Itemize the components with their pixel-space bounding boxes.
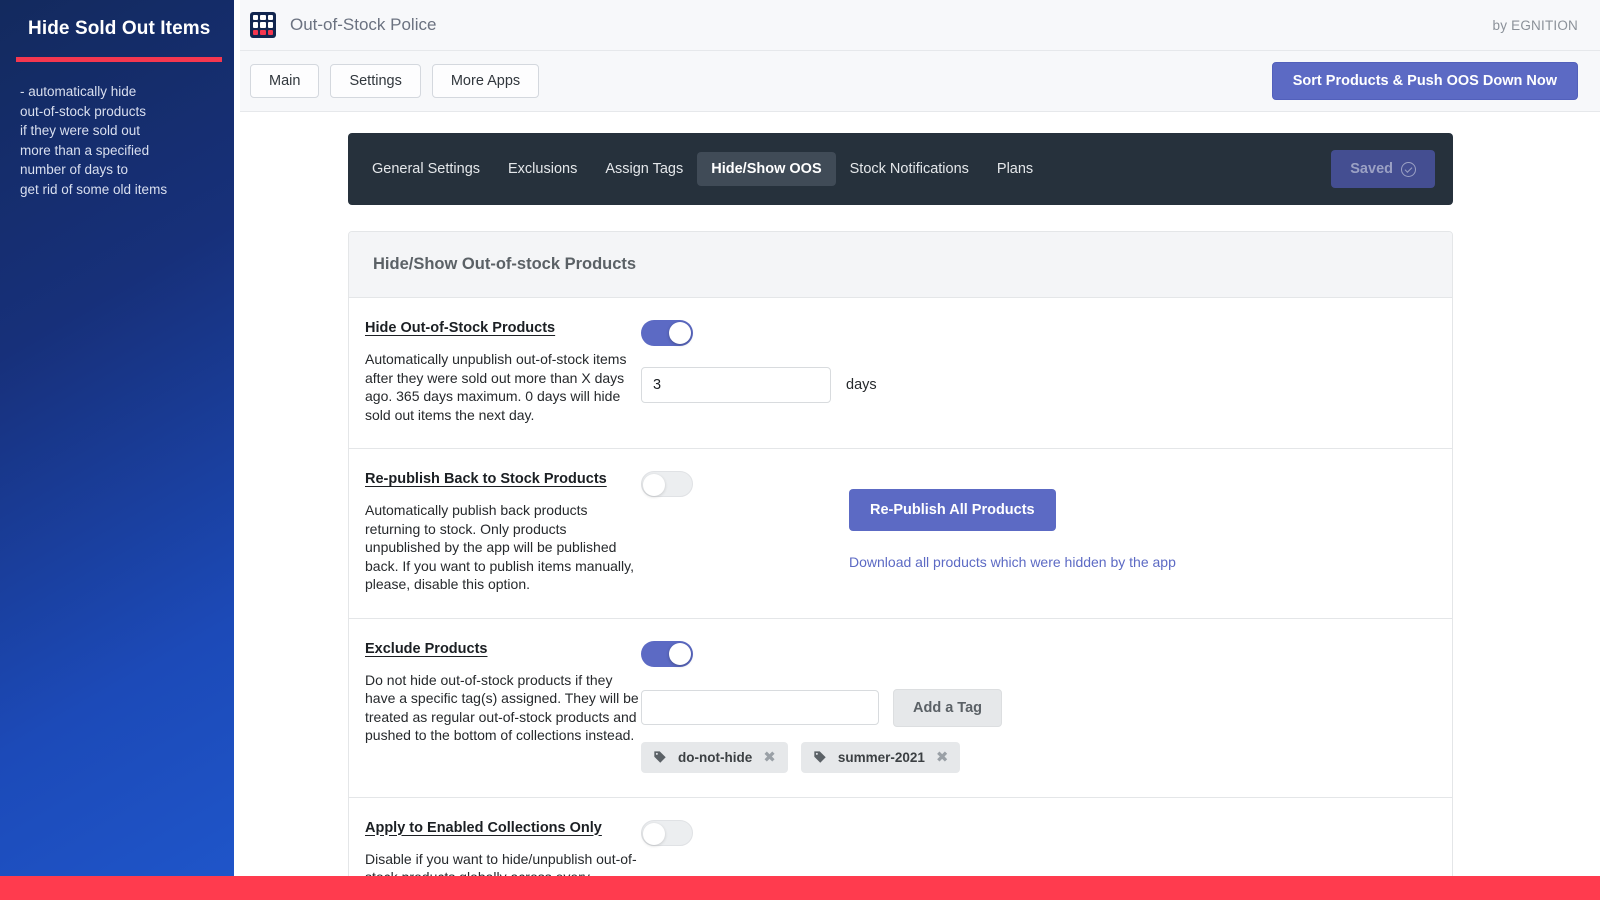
row-exclude-products: Exclude Products Do not hide out-of-stoc…	[349, 619, 1452, 798]
tab-exclusions[interactable]: Exclusions	[494, 152, 591, 186]
settings-tabbar: General Settings Exclusions Assign Tags …	[348, 133, 1453, 205]
hide-show-oos-card: Hide/Show Out-of-stock Products Hide Out…	[348, 231, 1453, 900]
row-exclude-left: Exclude Products Do not hide out-of-stoc…	[365, 641, 641, 773]
row-collections-title: Apply to Enabled Collections Only	[365, 820, 641, 836]
row-exclude-description: Do not hide out-of-stock products if the…	[365, 671, 641, 745]
check-circle-icon	[1401, 162, 1416, 177]
tag-chip[interactable]: summer-2021 ✖	[801, 742, 961, 773]
sort-products-push-oos-button[interactable]: Sort Products & Push OOS Down Now	[1272, 62, 1578, 101]
row-hide-oos-title: Hide Out-of-Stock Products	[365, 320, 641, 336]
close-icon[interactable]: ✖	[763, 750, 776, 765]
days-field-line: days	[641, 367, 1428, 403]
tag-chip-list: do-not-hide ✖ summer-2021 ✖	[641, 742, 1428, 773]
tag-chip[interactable]: do-not-hide ✖	[641, 742, 788, 773]
republish-all-products-button[interactable]: Re-Publish All Products	[849, 489, 1056, 531]
row-hide-oos-left: Hide Out-of-Stock Products Automatically…	[365, 320, 641, 424]
tag-input[interactable]	[641, 690, 879, 725]
row-republish-description: Automatically publish back products retu…	[365, 501, 641, 594]
days-unit-label: days	[846, 377, 877, 393]
days-input[interactable]	[641, 367, 831, 403]
republish-toggle[interactable]	[641, 471, 693, 497]
settings-button[interactable]: Settings	[330, 64, 420, 99]
app-title: Out-of-Stock Police	[290, 15, 436, 35]
more-apps-button[interactable]: More Apps	[432, 64, 539, 99]
toggle-knob	[643, 474, 665, 496]
sidebar-description: - automatically hide out-of-stock produc…	[16, 82, 218, 199]
app-header: Out-of-Stock Police by EGNITION	[240, 0, 1600, 51]
row-hide-oos: Hide Out-of-Stock Products Automatically…	[349, 298, 1452, 449]
row-exclude-title: Exclude Products	[365, 641, 641, 657]
toggle-knob	[643, 823, 665, 845]
app-toolbar: Main Settings More Apps Sort Products & …	[240, 51, 1600, 112]
main-area: Out-of-Stock Police by EGNITION Main Set…	[240, 0, 1600, 876]
vendor-label: by EGNITION	[1493, 18, 1578, 33]
saved-button[interactable]: Saved	[1331, 150, 1435, 188]
tag-icon	[813, 750, 827, 764]
row-republish: Re-publish Back to Stock Products Automa…	[349, 449, 1452, 619]
row-hide-oos-right: days	[641, 320, 1428, 424]
app-root: Hide Sold Out Items - automatically hide…	[0, 0, 1600, 900]
tab-general-settings[interactable]: General Settings	[358, 152, 494, 186]
enabled-collections-toggle[interactable]	[641, 820, 693, 846]
saved-label: Saved	[1350, 161, 1393, 177]
sidebar-divider	[16, 57, 222, 62]
tab-plans[interactable]: Plans	[983, 152, 1047, 186]
tab-hide-show-oos[interactable]: Hide/Show OOS	[697, 152, 835, 186]
promo-sidebar: Hide Sold Out Items - automatically hide…	[0, 0, 234, 876]
tab-stock-notifications[interactable]: Stock Notifications	[836, 152, 983, 186]
tag-chip-label: do-not-hide	[678, 750, 752, 765]
tab-assign-tags[interactable]: Assign Tags	[591, 152, 697, 186]
main-button[interactable]: Main	[250, 64, 319, 99]
row-republish-title: Re-publish Back to Stock Products	[365, 471, 641, 487]
row-exclude-right: Add a Tag do-not-hide ✖	[641, 641, 1428, 773]
bottom-accent-bar	[0, 876, 1600, 900]
close-icon[interactable]: ✖	[936, 750, 949, 765]
add-a-tag-button[interactable]: Add a Tag	[893, 689, 1002, 727]
row-hide-oos-description: Automatically unpublish out-of-stock ite…	[365, 350, 641, 424]
exclude-products-toggle[interactable]	[641, 641, 693, 667]
tag-input-line: Add a Tag	[641, 689, 1428, 727]
tag-chip-label: summer-2021	[838, 750, 925, 765]
hide-oos-toggle[interactable]	[641, 320, 693, 346]
card-title: Hide/Show Out-of-stock Products	[349, 232, 1452, 298]
content-region: General Settings Exclusions Assign Tags …	[240, 112, 1600, 900]
app-grid-icon	[250, 12, 276, 38]
download-hidden-products-link[interactable]: Download all products which were hidden …	[849, 554, 1428, 570]
row-republish-right: Re-Publish All Products Download all pro…	[641, 471, 1428, 594]
toggle-knob	[669, 322, 691, 344]
toggle-knob	[669, 643, 691, 665]
row-republish-left: Re-publish Back to Stock Products Automa…	[365, 471, 641, 594]
tag-icon	[653, 750, 667, 764]
sidebar-title: Hide Sold Out Items	[16, 0, 218, 40]
